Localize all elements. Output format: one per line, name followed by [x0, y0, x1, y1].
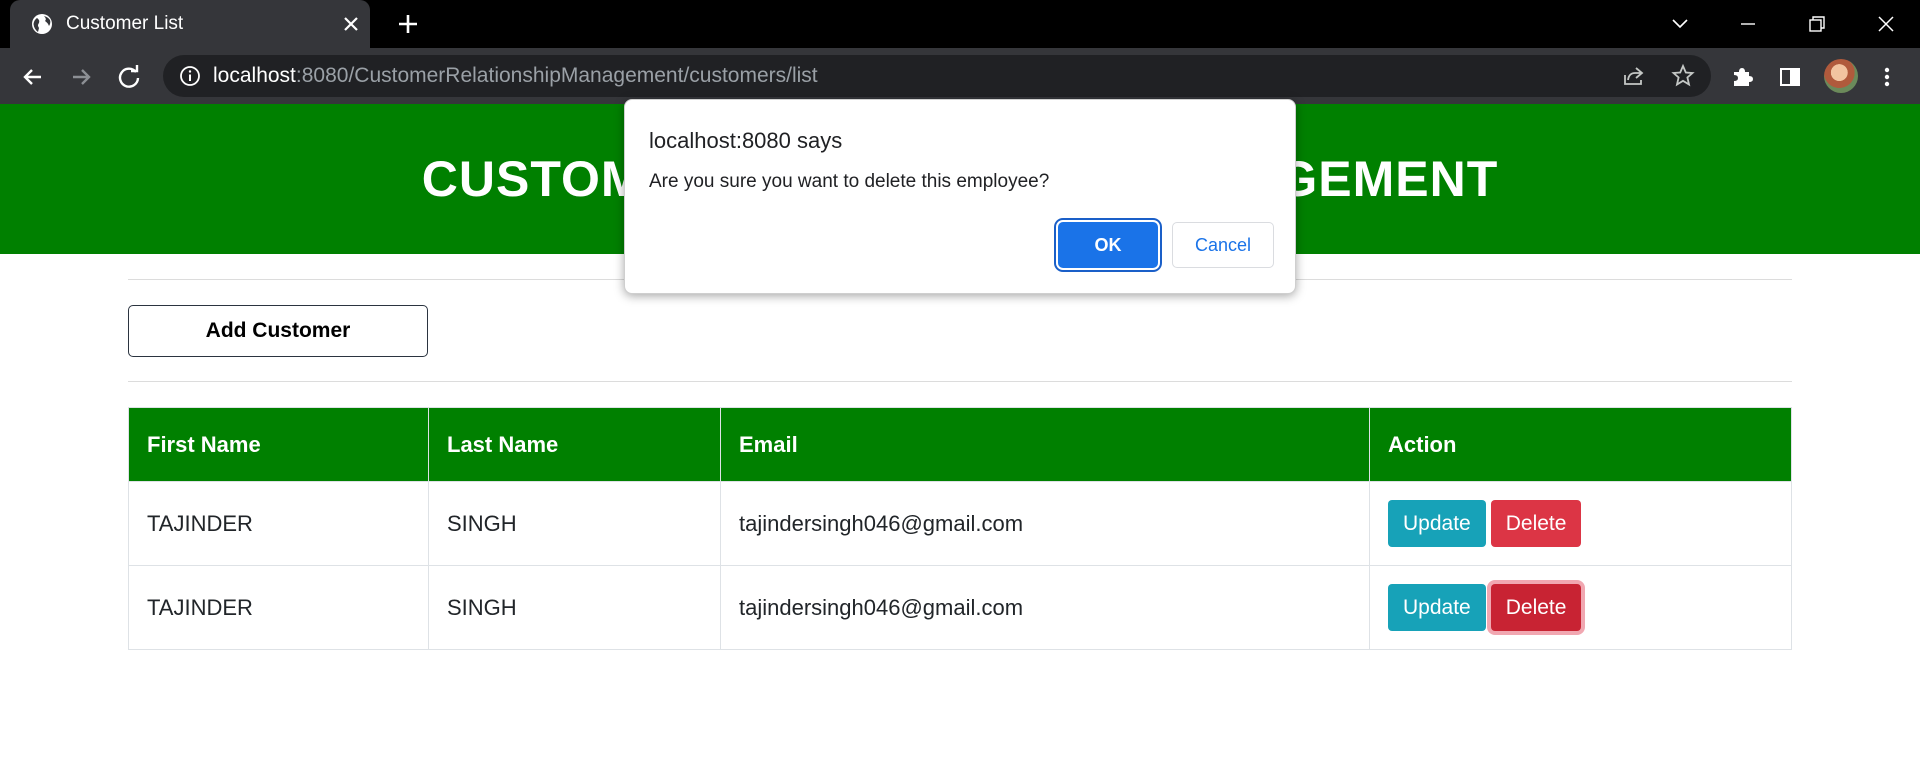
- browser-tab[interactable]: Customer List: [10, 0, 370, 48]
- cell-last-name: SINGH: [428, 481, 721, 566]
- cell-email: tajindersingh046@gmail.com: [720, 565, 1370, 650]
- cell-last-name: SINGH: [428, 565, 721, 650]
- avatar[interactable]: [1824, 59, 1858, 93]
- table-header-row: First Name Last Name Email Action: [128, 407, 1792, 482]
- share-icon[interactable]: [1620, 62, 1648, 90]
- reload-icon[interactable]: [112, 60, 146, 94]
- update-button[interactable]: Update: [1388, 584, 1486, 631]
- star-icon[interactable]: [1669, 62, 1697, 90]
- minimize-icon[interactable]: [1728, 8, 1768, 40]
- chevron-down-icon[interactable]: [1660, 8, 1700, 40]
- delete-button[interactable]: Delete: [1490, 500, 1582, 547]
- customers-table: First Name Last Name Email Action TAJIND…: [128, 407, 1792, 650]
- cell-action: Update Delete: [1369, 481, 1792, 566]
- info-icon[interactable]: [178, 64, 202, 88]
- column-header-first-name: First Name: [128, 407, 429, 482]
- cell-first-name: TAJINDER: [128, 565, 429, 650]
- url-path: :8080/CustomerRelationshipManagement/cus…: [295, 64, 818, 87]
- close-icon[interactable]: [338, 11, 364, 37]
- tab-strip: Customer List: [0, 0, 1920, 48]
- url-text[interactable]: localhost:8080/CustomerRelationshipManag…: [213, 64, 818, 88]
- sidepanel-icon[interactable]: [1775, 62, 1805, 92]
- update-button[interactable]: Update: [1388, 500, 1486, 547]
- cell-action: Update Delete: [1369, 565, 1792, 650]
- kebab-menu-icon[interactable]: [1872, 62, 1902, 92]
- tab-title: Customer List: [66, 13, 184, 34]
- delete-button[interactable]: Delete: [1490, 584, 1582, 631]
- puzzle-icon[interactable]: [1728, 62, 1758, 92]
- forward-arrow-icon[interactable]: [64, 60, 98, 94]
- url-host: localhost: [213, 64, 296, 87]
- column-header-email: Email: [720, 407, 1370, 482]
- column-header-action: Action: [1369, 407, 1792, 482]
- globe-icon: [32, 14, 52, 34]
- column-header-last-name: Last Name: [428, 407, 721, 482]
- cancel-button[interactable]: Cancel: [1172, 222, 1274, 268]
- cell-email: tajindersingh046@gmail.com: [720, 481, 1370, 566]
- table-row: TAJINDER SINGH tajindersingh046@gmail.co…: [128, 565, 1792, 650]
- add-customer-button[interactable]: Add Customer: [128, 305, 428, 357]
- table-row: TAJINDER SINGH tajindersingh046@gmail.co…: [128, 481, 1792, 566]
- dialog-message: Are you sure you want to delete this emp…: [649, 171, 1050, 192]
- close-window-icon[interactable]: [1866, 8, 1906, 40]
- restore-icon[interactable]: [1796, 8, 1836, 40]
- cell-first-name: TAJINDER: [128, 481, 429, 566]
- ok-button[interactable]: OK: [1058, 222, 1158, 268]
- back-arrow-icon[interactable]: [16, 60, 50, 94]
- dialog-origin: localhost:8080 says: [649, 128, 843, 153]
- divider: [128, 381, 1792, 382]
- confirm-dialog: localhost:8080 says Are you sure you wan…: [624, 99, 1296, 294]
- plus-icon[interactable]: [392, 8, 424, 40]
